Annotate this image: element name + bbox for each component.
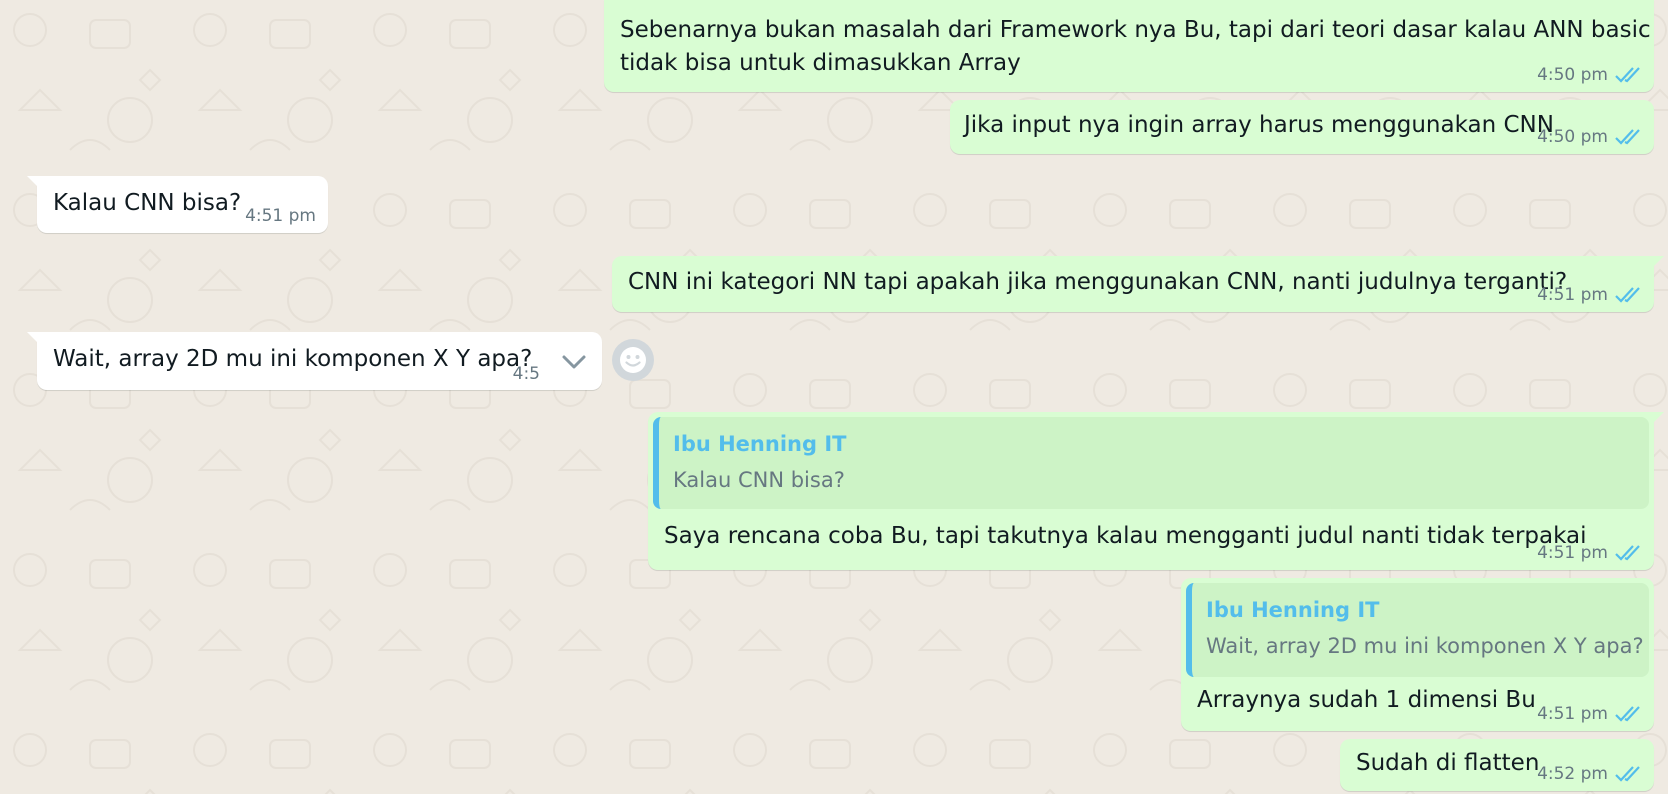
message-bubble-outgoing[interactable]: Jika input nya ingin array harus menggun… <box>950 100 1654 154</box>
quoted-message[interactable]: Ibu Henning IT Kalau CNN bisa? <box>653 417 1649 509</box>
message-bubble-outgoing[interactable]: Ibu Henning IT Kalau CNN bisa? Saya renc… <box>648 412 1664 570</box>
message-bubble-incoming[interactable]: Kalau CNN bisa? 4:51 pm <box>27 176 328 233</box>
message-time: 4:5 <box>512 364 540 384</box>
message-meta: 4:51 pm <box>245 206 316 226</box>
message-time: 4:51 pm <box>1537 285 1608 305</box>
message-meta: 4:51 pm <box>1537 285 1644 305</box>
chevron-down-icon[interactable] <box>560 350 588 374</box>
message-bubble-outgoing[interactable]: Sebenarnya bukan masalah dari Framework … <box>604 0 1654 92</box>
message-text: Saya rencana coba Bu, tapi takutnya kala… <box>664 523 1587 549</box>
message-time: 4:50 pm <box>1537 127 1608 147</box>
message-meta: 4:50 pm <box>1537 65 1644 85</box>
quoted-message[interactable]: Ibu Henning IT Wait, array 2D mu ini kom… <box>1186 583 1649 677</box>
emoji-icon <box>620 347 646 373</box>
double-check-icon <box>1615 287 1640 303</box>
react-button[interactable] <box>612 339 654 381</box>
message-time: 4:52 pm <box>1537 764 1608 784</box>
message-text: Wait, array 2D mu ini komponen X Y apa? <box>53 346 533 372</box>
message-time: 4:51 pm <box>1537 543 1608 563</box>
message-meta: 4:51 pm <box>1537 543 1644 563</box>
quoted-text: Kalau CNN bisa? <box>673 468 845 492</box>
message-text: CNN ini kategori NN tapi apakah jika men… <box>628 269 1568 295</box>
message-meta: 4:51 pm <box>1537 704 1644 724</box>
message-text: Jika input nya ingin array harus menggun… <box>964 112 1554 138</box>
message-bubble-outgoing[interactable]: Ibu Henning IT Wait, array 2D mu ini kom… <box>1181 578 1654 731</box>
message-text: Sudah di flatten <box>1356 750 1540 776</box>
quoted-text: Wait, array 2D mu ini komponen X Y apa? <box>1206 634 1644 658</box>
double-check-icon <box>1615 129 1640 145</box>
quoted-author: Ibu Henning IT <box>1206 598 1380 622</box>
double-check-icon <box>1615 706 1640 722</box>
message-meta: 4:50 pm <box>1537 127 1644 147</box>
message-time: 4:51 pm <box>1537 704 1608 724</box>
double-check-icon <box>1615 766 1640 782</box>
message-text: Kalau CNN bisa? <box>53 190 242 216</box>
message-time: 4:50 pm <box>1537 65 1608 85</box>
message-bubble-outgoing[interactable]: CNN ini kategori NN tapi apakah jika men… <box>612 256 1664 312</box>
double-check-icon <box>1615 545 1640 561</box>
message-text: Sebenarnya bukan masalah dari Framework … <box>620 17 1651 76</box>
message-meta: 4:52 pm <box>1537 764 1644 784</box>
message-meta: 4:5 <box>513 364 540 384</box>
quoted-author: Ibu Henning IT <box>673 432 847 456</box>
message-bubble-incoming[interactable]: Wait, array 2D mu ini komponen X Y apa? … <box>27 332 602 390</box>
message-time: 4:51 pm <box>245 206 316 226</box>
message-text: Arraynya sudah 1 dimensi Bu <box>1197 687 1536 713</box>
message-bubble-outgoing[interactable]: Sudah di flatten 4:52 pm <box>1340 739 1654 791</box>
double-check-icon <box>1615 67 1640 83</box>
